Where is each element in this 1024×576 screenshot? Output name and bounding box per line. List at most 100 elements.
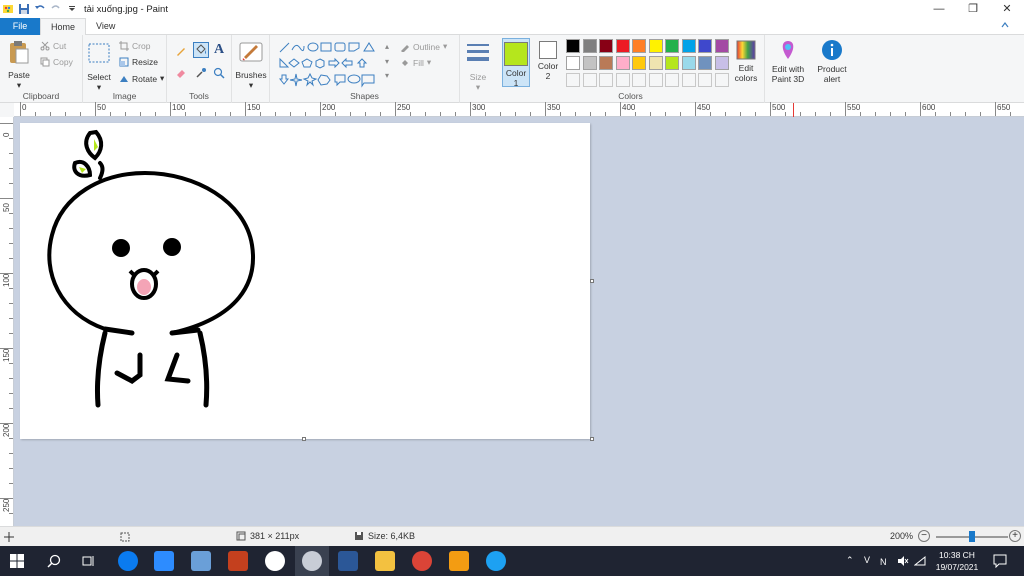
palette-swatch[interactable] xyxy=(582,39,597,53)
zoom-app-icon[interactable] xyxy=(154,551,174,571)
palette-swatch[interactable] xyxy=(681,56,696,70)
palette-swatch[interactable] xyxy=(665,56,679,70)
shapes-scroll-up[interactable]: ▴ xyxy=(385,42,389,51)
edit-with-paint3d-button[interactable]: Edit with Paint 3D xyxy=(767,39,809,84)
text-tool-icon[interactable]: A xyxy=(214,42,224,58)
undo-icon[interactable] xyxy=(34,3,46,15)
color1-button[interactable]: Color 1 xyxy=(502,38,530,88)
zoom-slider-thumb[interactable] xyxy=(969,531,975,542)
custom-color-slot[interactable] xyxy=(615,73,630,87)
resize-button[interactable]: Resize xyxy=(119,57,158,67)
custom-color-slot[interactable] xyxy=(566,73,580,87)
photos-app-icon[interactable] xyxy=(265,551,285,571)
palette-swatch[interactable] xyxy=(566,39,580,53)
shapes-gallery[interactable] xyxy=(278,40,396,88)
palette-swatch[interactable] xyxy=(615,39,630,53)
cut-button[interactable]: Cut xyxy=(40,41,66,51)
powerpoint-icon[interactable] xyxy=(228,551,248,571)
close-button[interactable]: ✕ xyxy=(990,0,1024,18)
palette-swatch[interactable] xyxy=(681,39,696,53)
redo-icon[interactable] xyxy=(50,3,62,15)
chrome-icon[interactable] xyxy=(412,551,432,571)
shapes-scroll-down[interactable]: ▾ xyxy=(385,57,389,66)
custom-color-slot[interactable] xyxy=(665,73,679,87)
edit-colors-button[interactable]: Edit colors xyxy=(731,39,761,83)
taskbar-clock[interactable]: 10:38 CH 19/07/2021 xyxy=(930,549,984,573)
eraser-icon[interactable] xyxy=(175,67,187,79)
canvas-workspace[interactable] xyxy=(14,117,1024,526)
edge-icon[interactable] xyxy=(486,551,506,571)
snipping-tool-icon[interactable] xyxy=(191,551,211,571)
customize-toolbar-icon[interactable] xyxy=(66,3,78,15)
speaker-muted-icon[interactable] xyxy=(897,555,909,567)
palette-swatch[interactable] xyxy=(698,56,712,70)
palette-swatch[interactable] xyxy=(714,39,729,53)
palette-swatch[interactable] xyxy=(648,56,663,70)
custom-color-slot[interactable] xyxy=(599,73,613,87)
color2-button[interactable]: Color 2 xyxy=(535,38,561,81)
color2-swatch xyxy=(539,41,557,59)
word-icon[interactable] xyxy=(338,551,358,571)
resize-handle-right[interactable] xyxy=(590,279,594,283)
pencil-icon[interactable] xyxy=(175,45,187,57)
fill-tool-button[interactable] xyxy=(193,42,209,58)
custom-color-slot[interactable] xyxy=(714,73,729,87)
task-view-icon[interactable] xyxy=(82,554,96,568)
minimize-button[interactable]: — xyxy=(922,0,956,18)
paste-button[interactable]: Paste ▾ xyxy=(4,39,34,91)
rotate-button[interactable]: Rotate ▾ xyxy=(119,73,164,84)
help-icon[interactable] xyxy=(1000,20,1010,30)
size-button[interactable]: Size ▾ xyxy=(464,41,492,93)
custom-color-slot[interactable] xyxy=(648,73,663,87)
magnifier-icon[interactable] xyxy=(213,67,225,79)
vietnamese-ime-icon[interactable]: N xyxy=(880,555,892,567)
palette-swatch[interactable] xyxy=(615,56,630,70)
palette-swatch[interactable] xyxy=(566,56,580,70)
file-explorer-icon[interactable] xyxy=(375,551,395,571)
color-picker-icon[interactable] xyxy=(195,67,207,79)
search-icon[interactable] xyxy=(47,554,61,568)
save-icon[interactable] xyxy=(18,3,30,15)
windows-start-icon[interactable] xyxy=(10,554,24,568)
palette-swatch[interactable] xyxy=(582,56,597,70)
resize-handle-corner[interactable] xyxy=(590,437,594,441)
custom-color-slot[interactable] xyxy=(582,73,597,87)
palette-swatch[interactable] xyxy=(698,39,712,53)
zalo-app-icon[interactable] xyxy=(118,551,138,571)
palette-swatch[interactable] xyxy=(665,39,679,53)
custom-color-slot[interactable] xyxy=(681,73,696,87)
palette-swatch[interactable] xyxy=(599,56,613,70)
maximize-button[interactable]: ❐ xyxy=(956,0,990,18)
tab-file[interactable]: File xyxy=(0,18,40,35)
ruler-tick xyxy=(920,102,921,116)
crop-button[interactable]: Crop xyxy=(119,41,150,51)
palette-swatch[interactable] xyxy=(714,56,729,70)
input-language[interactable]: V xyxy=(864,555,870,565)
brushes-button[interactable]: Brushes ▾ xyxy=(234,39,268,91)
custom-color-slot[interactable] xyxy=(698,73,712,87)
copy-button[interactable]: Copy xyxy=(40,57,73,67)
outline-button[interactable]: Outline ▾ xyxy=(400,41,447,52)
palette-swatch[interactable] xyxy=(632,56,646,70)
palette-swatch[interactable] xyxy=(632,39,646,53)
ruler-label: 650 xyxy=(997,103,1011,112)
tab-view[interactable]: View xyxy=(86,18,125,35)
drawing-canvas[interactable] xyxy=(20,123,590,439)
image-dimensions: 381 × 211px xyxy=(236,531,299,541)
product-alert-button[interactable]: Product alert xyxy=(813,39,851,84)
resize-handle-bottom[interactable] xyxy=(302,437,306,441)
zoom-in-button[interactable]: + xyxy=(1009,530,1021,542)
notification-center-icon[interactable] xyxy=(993,554,1007,568)
coccoc-icon[interactable] xyxy=(449,551,469,571)
shapes-expand[interactable]: ▾ xyxy=(385,71,389,80)
zoom-out-button[interactable]: − xyxy=(918,530,930,542)
palette-swatch[interactable] xyxy=(648,39,663,53)
custom-color-slot[interactable] xyxy=(632,73,646,87)
tab-home[interactable]: Home xyxy=(40,18,87,35)
fill-button[interactable]: Fill ▾ xyxy=(400,57,431,68)
select-button[interactable]: Select ▾ xyxy=(85,41,113,93)
tray-chevron-icon[interactable]: ⌃ xyxy=(846,555,854,566)
paint-taskbar-active[interactable] xyxy=(295,546,329,576)
network-icon[interactable] xyxy=(914,555,926,567)
palette-swatch[interactable] xyxy=(599,39,613,53)
